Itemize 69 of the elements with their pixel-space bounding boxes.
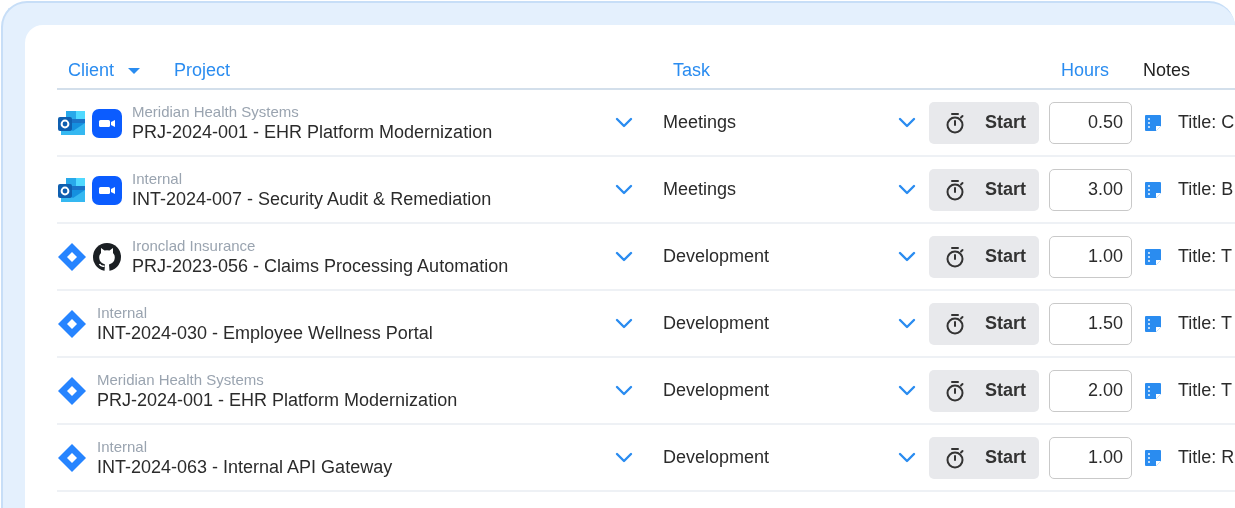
note-text: Title: C xyxy=(1178,112,1235,133)
chevron-down-icon xyxy=(615,251,633,262)
client-name: Meridian Health Systems xyxy=(97,370,265,389)
chevron-down-icon xyxy=(615,318,633,329)
stopwatch-icon xyxy=(945,245,965,268)
stopwatch-icon xyxy=(945,111,965,134)
chevron-down-icon xyxy=(898,184,916,195)
client-name: Internal xyxy=(97,303,149,322)
chevron-down-icon xyxy=(898,117,916,128)
chevron-down-icon xyxy=(615,385,633,396)
hours-field[interactable]: 3.00 xyxy=(1049,168,1132,211)
chevron-down-icon xyxy=(898,452,916,463)
note-text: Title: R xyxy=(1178,447,1235,468)
project-name: INT-2024-030 - Employee Wellness Portal xyxy=(97,322,433,344)
column-header[interactable]: Client xyxy=(68,60,115,81)
note-icon xyxy=(1144,247,1162,266)
task-name: Development xyxy=(663,380,770,400)
start-timer-button[interactable]: Start xyxy=(929,235,1039,278)
video-app-icon xyxy=(92,174,122,205)
hours-field[interactable]: 2.00 xyxy=(1049,369,1132,412)
stopwatch-icon xyxy=(945,312,965,335)
diamond-icon xyxy=(57,241,87,272)
hours-field[interactable]: 1.00 xyxy=(1049,436,1132,479)
chevron-down-icon xyxy=(615,452,633,463)
client-name: Ironclad Insurance xyxy=(132,236,257,255)
client-name: Internal xyxy=(132,169,184,188)
note-text: Title: T xyxy=(1178,313,1232,334)
start-timer-button[interactable]: Start xyxy=(929,436,1039,479)
project-name: PRJ-2023-056 - Claims Processing Automation xyxy=(132,255,509,277)
start-timer-button[interactable]: Start xyxy=(929,369,1039,412)
stopwatch-icon xyxy=(945,379,965,402)
task-name: Development xyxy=(663,246,770,266)
diamond-icon xyxy=(57,375,87,406)
hours-field[interactable]: 1.50 xyxy=(1049,302,1132,345)
chevron-down-icon xyxy=(615,117,633,128)
task-name: Meetings xyxy=(663,179,737,199)
stopwatch-icon xyxy=(945,178,965,201)
task-name: Development xyxy=(663,313,770,333)
column-header: Notes xyxy=(1143,60,1191,80)
note-icon xyxy=(1144,113,1162,132)
video-app-icon xyxy=(92,107,122,138)
note-text: Title: T xyxy=(1178,246,1232,267)
chevron-down-icon xyxy=(898,318,916,329)
project-name: PRJ-2024-001 - EHR Platform Modernization xyxy=(97,389,458,411)
task-name: Meetings xyxy=(663,112,737,132)
task-name: Development xyxy=(663,447,770,467)
chevron-down-icon xyxy=(898,251,916,262)
diamond-icon xyxy=(57,442,87,473)
client-name: Internal xyxy=(97,437,149,456)
note-icon xyxy=(1144,448,1162,467)
project-name: INT-2024-007 - Security Audit & Remediation xyxy=(132,188,492,210)
project-name: PRJ-2024-001 - EHR Platform Modernization xyxy=(132,121,493,143)
note-text: Title: T xyxy=(1178,380,1232,401)
chevron-down-icon xyxy=(898,385,916,396)
diamond-icon xyxy=(57,308,87,339)
hours-field[interactable]: 1.00 xyxy=(1049,235,1132,278)
note-icon xyxy=(1144,314,1162,333)
note-icon xyxy=(1144,180,1162,199)
note-icon xyxy=(1144,381,1162,400)
client-name: Meridian Health Systems xyxy=(132,102,300,121)
stopwatch-icon xyxy=(945,446,965,469)
start-timer-button[interactable]: Start xyxy=(929,168,1039,211)
start-timer-button[interactable]: Start xyxy=(929,302,1039,345)
cat-icon xyxy=(92,241,122,272)
chevron-down-icon xyxy=(615,184,633,195)
start-timer-button[interactable]: Start xyxy=(929,101,1039,144)
hours-field[interactable]: 0.50 xyxy=(1049,101,1132,144)
note-text: Title: B xyxy=(1178,179,1234,200)
project-name: INT-2024-063 - Internal API Gateway xyxy=(97,456,393,478)
